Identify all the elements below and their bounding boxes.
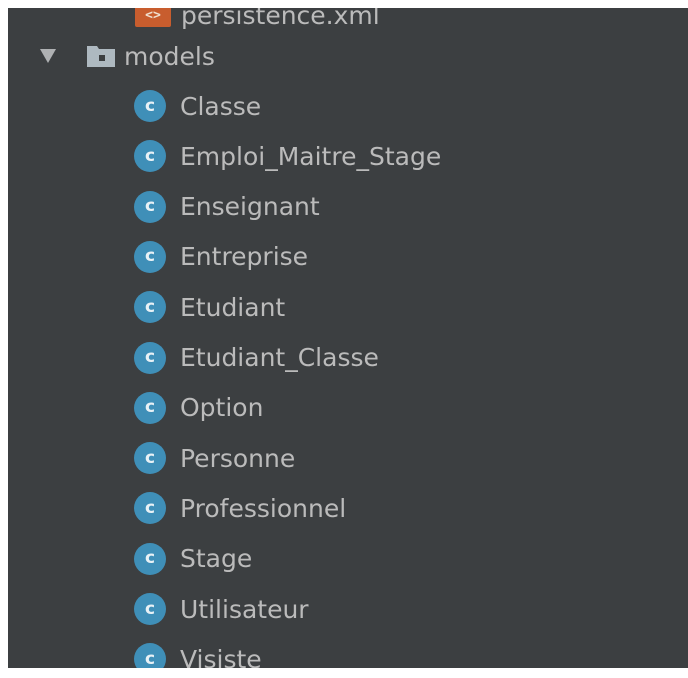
tree-item-label: Visiste	[180, 644, 262, 668]
folder-icon	[87, 46, 115, 67]
tree-item-class[interactable]: c Enseignant	[134, 182, 320, 232]
class-icon-glyph: c	[144, 246, 156, 267]
tree-item-label: Etudiant	[180, 292, 286, 322]
class-icon: c	[134, 492, 166, 525]
tree-item-label: Entreprise	[180, 242, 309, 272]
tree-item-class[interactable]: c Entreprise	[134, 232, 308, 282]
tree-item-class[interactable]: c Etudiant_Classe	[134, 333, 379, 383]
class-icon-glyph: c	[144, 648, 156, 668]
tree-item-label: Classe	[180, 91, 262, 121]
class-icon-glyph: c	[144, 598, 156, 619]
tree-folder-models[interactable]: models	[38, 31, 215, 81]
tree-item-class[interactable]: c Professionnel	[134, 483, 346, 533]
tree-item-class[interactable]: c Stage	[134, 534, 252, 584]
class-icon: c	[134, 391, 166, 424]
tree-item-label: Etudiant_Classe	[180, 343, 379, 372]
tree-item-label: Personne	[180, 443, 296, 473]
tree-item-label: Option	[180, 393, 264, 423]
class-icon: c	[134, 140, 166, 173]
class-icon-glyph: c	[144, 296, 156, 317]
expand-arrow-icon[interactable]	[38, 46, 58, 66]
tree-item-class[interactable]: c Classe	[134, 81, 261, 131]
class-icon: c	[134, 542, 166, 575]
class-icon: c	[134, 190, 166, 223]
xml-file-icon: <>	[135, 8, 171, 27]
class-icon: c	[134, 291, 166, 324]
class-icon-glyph: c	[144, 145, 156, 166]
tree-item-class[interactable]: c Utilisateur	[134, 584, 309, 634]
class-icon-glyph: c	[144, 497, 156, 518]
tree-item-class[interactable]: c Emploi_Maitre_Stage	[134, 131, 441, 181]
class-icon: c	[134, 240, 166, 273]
class-icon-glyph: c	[144, 95, 156, 116]
class-icon-glyph: c	[144, 548, 156, 569]
tree-item-label: Emploi_Maitre_Stage	[180, 141, 442, 171]
tree-item-label: persistence.xml	[181, 8, 380, 30]
tree-item-class[interactable]: c Option	[134, 383, 263, 433]
class-icon: c	[134, 341, 166, 374]
class-icon: c	[134, 442, 166, 475]
tree-item-label: Stage	[180, 544, 253, 574]
class-icon-glyph: c	[144, 196, 156, 217]
tree-item-class[interactable]: c Etudiant	[134, 282, 285, 332]
tree-item-label: Utilisateur	[180, 594, 309, 624]
class-icon: c	[134, 90, 166, 122]
class-icon-glyph: c	[144, 397, 156, 418]
tree-item-label: Enseignant	[180, 192, 320, 222]
tree-folder-label: models	[124, 41, 215, 71]
class-icon-glyph: c	[144, 347, 156, 367]
class-icon: c	[134, 643, 166, 668]
tree-item-label: Professionnel	[180, 493, 347, 523]
class-icon-glyph: c	[144, 447, 156, 468]
class-icon: c	[134, 593, 166, 625]
project-tree-panel: <> persistence.xml models c Classe c Emploi…	[8, 8, 688, 668]
tree-item-class[interactable]: c Personne	[134, 433, 295, 483]
tree-item-class[interactable]: c Visiste	[134, 634, 262, 668]
